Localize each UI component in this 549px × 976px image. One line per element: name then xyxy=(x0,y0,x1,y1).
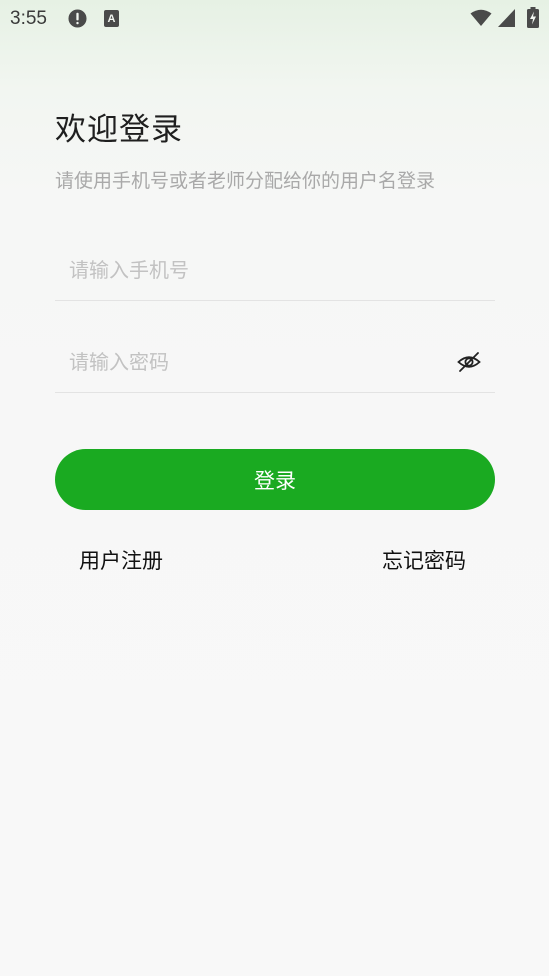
phone-field xyxy=(55,240,495,301)
login-button[interactable]: 登录 xyxy=(55,449,495,510)
register-link[interactable]: 用户注册 xyxy=(79,545,163,575)
forgot-password-link[interactable]: 忘记密码 xyxy=(382,545,466,575)
signal-icon xyxy=(498,9,515,27)
wifi-icon xyxy=(470,9,492,26)
page-title: 欢迎登录 xyxy=(55,112,183,148)
password-field xyxy=(55,332,495,393)
page-subtitle: 请使用手机号或者老师分配给你的用户名登录 xyxy=(55,170,436,192)
battery-charging-icon xyxy=(527,7,539,28)
alert-icon xyxy=(68,9,87,28)
eye-off-icon[interactable] xyxy=(457,351,481,373)
a-notification-icon: A xyxy=(104,10,119,27)
phone-input[interactable] xyxy=(69,240,449,300)
password-input[interactable] xyxy=(69,332,449,392)
status-time: 3:55 xyxy=(10,8,47,29)
a-icon-letter: A xyxy=(108,13,116,25)
status-bar: 3:55 A xyxy=(0,0,549,38)
